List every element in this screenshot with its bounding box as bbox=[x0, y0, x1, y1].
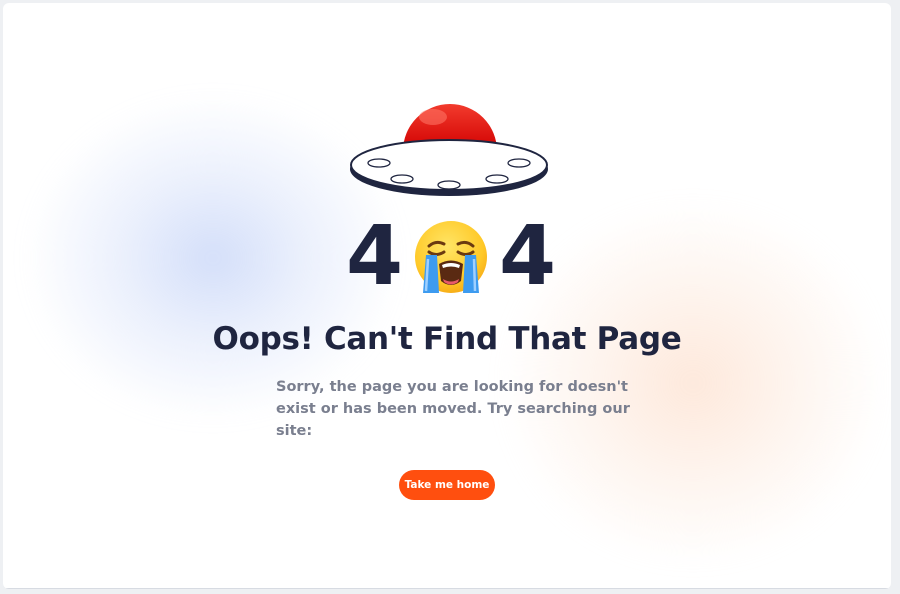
ufo-illustration bbox=[350, 104, 548, 196]
error-code-digit-left: 4 bbox=[345, 209, 403, 304]
page-title: Oops! Can't Find That Page bbox=[212, 321, 682, 357]
divider bbox=[3, 588, 891, 589]
error-code-digit-right: 4 bbox=[499, 209, 557, 304]
loudly-crying-face-icon bbox=[415, 221, 487, 293]
error-code: 4 4 bbox=[341, 215, 561, 299]
error-description: Sorry, the page you are looking for does… bbox=[276, 379, 630, 439]
error-page: 4 4 Oops! Can't Find That Page Sorry, th… bbox=[3, 3, 891, 589]
take-me-home-button[interactable]: Take me home bbox=[399, 470, 495, 500]
